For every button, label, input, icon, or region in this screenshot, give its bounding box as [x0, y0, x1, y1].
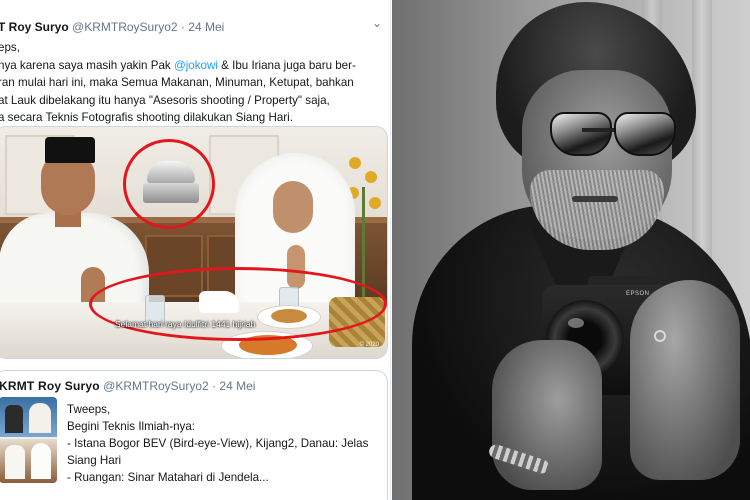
peci-cap — [45, 137, 95, 163]
quoted-line: Tweeps, — [67, 403, 111, 416]
camera-brand: EPSON — [626, 291, 650, 297]
quoted-tweet-text: Tweeps, Begini Teknis Ilmiah-nya: - Ista… — [67, 401, 387, 486]
lens-glint — [568, 318, 584, 328]
quoted-line: Siang Hari — [67, 454, 122, 467]
ring — [654, 330, 666, 342]
sunglasses-lens-left — [550, 112, 612, 156]
quoted-tweet-header: KRMT Roy Suryo @KRMTRoySuryo2 · 24 Mei — [0, 379, 255, 393]
portrait-photo: EPSON — [392, 0, 750, 500]
sunglasses-lens-right — [614, 112, 676, 156]
red-annotation-ellipse — [89, 267, 387, 341]
woman-face — [273, 181, 313, 233]
tweet-screenshot-panel: T Roy Suryo @KRMTRoySuryo2 · 24 Mei ⌄ ep… — [0, 0, 391, 500]
tweet-header: T Roy Suryo @KRMTRoySuryo2 · 24 Mei — [0, 20, 224, 34]
quoted-separator: · — [212, 379, 217, 393]
tweet-separator: · — [180, 20, 185, 34]
tweet-line: nya karena saya masih yakin Pak @jokowi … — [0, 58, 356, 72]
tweet-line: eps, — [0, 41, 20, 54]
tweet-author-handle[interactable]: @KRMTRoySuryo2 — [72, 20, 178, 34]
quoted-date[interactable]: 24 Mei — [219, 379, 255, 393]
quoted-author-name[interactable]: KRMT Roy Suryo — [0, 379, 100, 393]
tweet-date[interactable]: 24 Mei — [188, 20, 224, 34]
chevron-down-icon[interactable]: ⌄ — [372, 16, 382, 30]
photo-caption: Selamat hari raya Idulfitri 1441 hijriah — [115, 319, 256, 329]
quoted-tweet-thumbnail[interactable] — [0, 397, 57, 483]
mouth — [572, 196, 618, 202]
quoted-line: - Istana Bogor BEV (Bird-eye-View), Kija… — [67, 437, 369, 450]
quoted-line: Begini Teknis Ilmiah-nya: — [67, 420, 196, 433]
tweet-author-name[interactable]: T Roy Suryo — [0, 20, 69, 34]
right-hand — [630, 280, 740, 480]
quoted-author-handle[interactable]: @KRMTRoySuryo2 — [103, 379, 209, 393]
tweet-line: a secara Teknis Fotografis shooting dila… — [0, 111, 293, 124]
quoted-tweet-card[interactable]: KRMT Roy Suryo @KRMTRoySuryo2 · 24 Mei T… — [0, 370, 388, 500]
red-annotation-circle — [123, 139, 215, 229]
quoted-line: - Ruangan: Sinar Matahari di Jendela... — [67, 471, 269, 484]
tweet-text: eps, nya karena saya masih yakin Pak @jo… — [0, 39, 390, 127]
sunglasses-bridge — [582, 128, 614, 132]
photo-copyright: © 2020 — [359, 342, 379, 348]
tweet-line: ran mulai hari ini, maka Semua Makanan, … — [0, 76, 354, 89]
tweet-line: at Lauk dibelakang itu hanya "Asesoris s… — [0, 93, 330, 107]
tweet-photo[interactable]: Selamat hari raya Idulfitri 1441 hijriah… — [0, 126, 388, 359]
mention-link[interactable]: @jokowi — [174, 59, 218, 72]
